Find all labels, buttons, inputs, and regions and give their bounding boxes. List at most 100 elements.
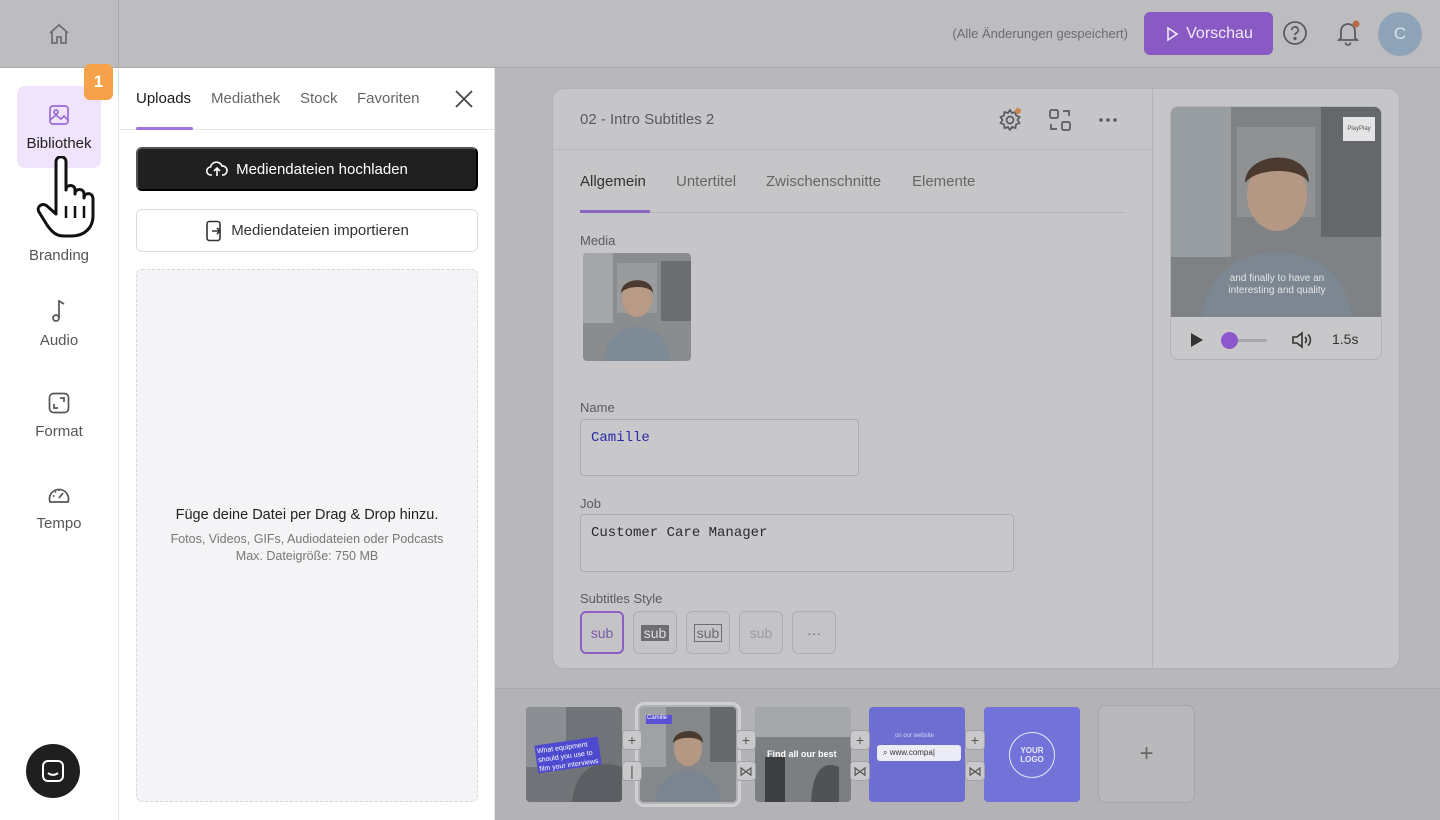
tab-uploads[interactable]: Uploads <box>136 90 191 107</box>
clip-caption: Find all our best <box>767 749 837 759</box>
rail-item-tempo[interactable]: Tempo <box>17 466 101 548</box>
play-icon[interactable] <box>1190 332 1204 348</box>
chat-button[interactable] <box>26 744 80 798</box>
top-bar: (Alle Änderungen gespeichert) Vorschau C <box>0 0 1440 68</box>
rail-item-label: Bibliothek <box>26 134 92 152</box>
clip-name-tag: Camille <box>647 715 668 721</box>
upload-media-button[interactable]: Mediendateien hochladen <box>136 147 478 191</box>
tab-favoriten[interactable]: Favoriten <box>357 90 420 107</box>
progress-knob[interactable] <box>1221 332 1239 349</box>
subtitle-style-filled[interactable]: sub <box>633 611 677 654</box>
scene-editor: 02 - Intro Subtitles 2 Allgemein Unterti… <box>552 88 1400 670</box>
name-input[interactable]: Camille <box>580 419 859 476</box>
tab-mediathek[interactable]: Mediathek <box>211 90 280 107</box>
drop-zone-title: Füge deine Datei per Drag & Drop hinzu. <box>175 506 439 523</box>
tab-untertitel[interactable]: Untertitel <box>676 173 736 190</box>
avatar-initial: C <box>1393 24 1407 43</box>
tab-stock[interactable]: Stock <box>300 90 338 107</box>
chat-icon <box>42 760 64 782</box>
transition-button[interactable]: | <box>622 761 642 781</box>
job-label: Job <box>580 496 601 511</box>
music-note-icon <box>52 298 65 322</box>
more-options-icon[interactable] <box>1095 107 1121 133</box>
add-scene-button[interactable]: + <box>622 730 642 750</box>
header-divider <box>553 149 1152 150</box>
scene-title: 02 - Intro Subtitles 2 <box>580 111 715 128</box>
image-icon <box>49 104 69 125</box>
bell-icon[interactable] <box>1334 19 1362 47</box>
help-icon[interactable] <box>1282 20 1308 46</box>
preview-time: 1.5s <box>1332 331 1359 347</box>
settings-icon[interactable] <box>997 107 1023 133</box>
speedometer-icon <box>48 488 70 503</box>
active-tab-indicator <box>580 210 650 213</box>
subtitle-style-faded[interactable]: sub <box>739 611 783 654</box>
timeline-clip[interactable]: What equipment should you use to film yo… <box>526 707 622 802</box>
timeline-clip[interactable]: YOUR LOGO <box>984 707 1080 802</box>
brand-logo: PlayPlay <box>1343 117 1375 141</box>
search-icon: ⌕ <box>883 748 890 757</box>
rail-item-format[interactable]: Format <box>17 374 101 456</box>
saved-status: (Alle Änderungen gespeichert) <box>952 26 1128 41</box>
player-controls: 1.5s <box>1171 319 1381 359</box>
timeline-clip[interactable]: on our website ⌕ www.compa| <box>869 707 965 802</box>
media-label: Media <box>580 233 616 248</box>
close-icon[interactable] <box>453 88 475 110</box>
active-tab-indicator <box>136 127 193 130</box>
video-preview: PlayPlay and finally to have an interest… <box>1170 106 1382 360</box>
add-new-scene-button[interactable]: + <box>1098 705 1195 803</box>
add-scene-button[interactable]: + <box>965 730 985 750</box>
cloud-upload-icon <box>206 161 228 176</box>
home-icon <box>49 23 69 44</box>
preview-button-label: Vorschau <box>1186 24 1253 42</box>
library-panel: Uploads Mediathek Stock Favoriten Medien… <box>119 68 495 820</box>
add-scene-button[interactable]: + <box>850 730 870 750</box>
rail-item-label: Tempo <box>36 514 82 532</box>
subtitle-style-plain[interactable]: sub <box>580 611 624 654</box>
tabs-divider <box>580 212 1125 213</box>
subtitle-style-more[interactable]: ··· <box>792 611 836 654</box>
tab-elemente[interactable]: Elemente <box>912 173 975 190</box>
preview-caption: and finally to have an interesting and q… <box>1228 273 1326 296</box>
rail-item-label: Branding <box>28 246 90 264</box>
swap-media-icon[interactable] <box>1047 107 1073 133</box>
transition-icon[interactable]: ⋈ <box>850 761 870 781</box>
plus-icon: + <box>1139 740 1154 767</box>
job-input[interactable]: Customer Care Manager <box>580 514 1014 572</box>
editor-divider <box>1152 89 1153 670</box>
drop-zone[interactable]: Füge deine Datei per Drag & Drop hinzu. … <box>136 269 478 802</box>
media-thumbnail[interactable] <box>583 253 691 361</box>
rail-item-label: Audio <box>39 331 79 349</box>
subtitle-style-outlined[interactable]: sub <box>686 611 730 654</box>
home-button[interactable] <box>0 0 119 68</box>
subtitles-style-label: Subtitles Style <box>580 591 663 606</box>
tab-allgemein[interactable]: Allgemein <box>580 173 646 190</box>
play-icon <box>1167 26 1179 41</box>
preview-button[interactable]: Vorschau <box>1144 12 1273 55</box>
import-media-button[interactable]: Mediendateien importieren <box>136 209 478 252</box>
transition-icon[interactable]: ⋈ <box>736 761 756 781</box>
avatar[interactable]: C <box>1378 12 1422 56</box>
drop-zone-types: Fotos, Videos, GIFs, Audiodateien oder P… <box>170 531 444 546</box>
hand-cursor-icon <box>36 156 95 238</box>
format-icon <box>48 392 70 413</box>
tab-zwischenschnitte[interactable]: Zwischenschnitte <box>766 173 881 190</box>
timeline-clip-selected[interactable]: Camille <box>635 702 741 807</box>
volume-icon[interactable] <box>1291 331 1313 349</box>
timeline: What equipment should you use to film yo… <box>495 688 1440 820</box>
upload-media-label: Mediendateien hochladen <box>236 160 408 178</box>
library-tabs: Uploads Mediathek Stock Favoriten <box>119 68 495 130</box>
drop-zone-limit: Max. Dateigröße: 750 MB <box>235 548 379 563</box>
rail-item-audio[interactable]: Audio <box>17 282 101 364</box>
logo-placeholder: YOUR LOGO <box>1009 732 1055 778</box>
timeline-clip[interactable]: Find all our best <box>755 707 851 802</box>
add-scene-button[interactable]: + <box>736 730 756 750</box>
clip-url-bar: ⌕ www.compa| <box>877 745 961 761</box>
clip-small-text: on our website <box>895 733 935 739</box>
left-rail: Bibliothek Branding Audio Format Tempo 1 <box>0 64 119 820</box>
import-media-label: Mediendateien importieren <box>231 222 409 239</box>
import-icon <box>206 220 222 241</box>
name-label: Name <box>580 400 615 415</box>
step-badge: 1 <box>84 64 113 100</box>
transition-icon[interactable]: ⋈ <box>965 761 985 781</box>
